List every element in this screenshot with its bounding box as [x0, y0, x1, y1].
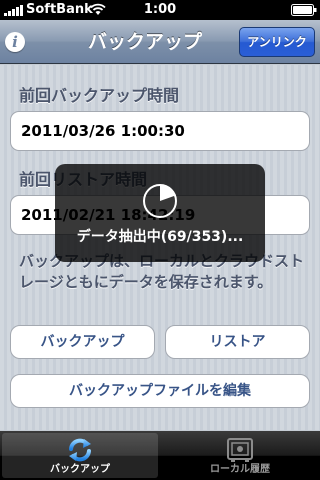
- navigation-bar: i バックアップ アンリンク: [0, 20, 320, 64]
- progress-hud: データ抽出中(69/353)...: [55, 164, 265, 262]
- status-time: 1:00: [143, 2, 177, 17]
- info-icon[interactable]: i: [5, 32, 25, 52]
- edit-backup-files-button[interactable]: バックアップファイルを編集: [10, 374, 310, 408]
- unlink-button[interactable]: アンリンク: [239, 27, 315, 57]
- battery-icon: [291, 4, 317, 16]
- tab-backup-label: バックアップ: [50, 464, 110, 475]
- page-title: バックアップ: [87, 31, 202, 53]
- tab-bar: バックアップ ローカル履歴: [0, 431, 320, 480]
- backup-button[interactable]: バックアップ: [10, 325, 155, 359]
- progress-pie-icon: [143, 184, 177, 218]
- last-backup-label: 前回バックアップ時間: [19, 86, 180, 105]
- status-bar: SoftBank 1:00: [0, 0, 320, 20]
- progress-message: データ抽出中(69/353)...: [76, 229, 244, 245]
- progress-pie-fill: [160, 185, 176, 201]
- tab-local-history-label: ローカル履歴: [210, 464, 270, 475]
- tab-local-history[interactable]: ローカル履歴: [162, 433, 318, 478]
- last-backup-time-field: 2011/03/26 1:00:30: [10, 111, 310, 151]
- restore-button[interactable]: リストア: [165, 325, 310, 359]
- tab-backup[interactable]: バックアップ: [2, 433, 158, 478]
